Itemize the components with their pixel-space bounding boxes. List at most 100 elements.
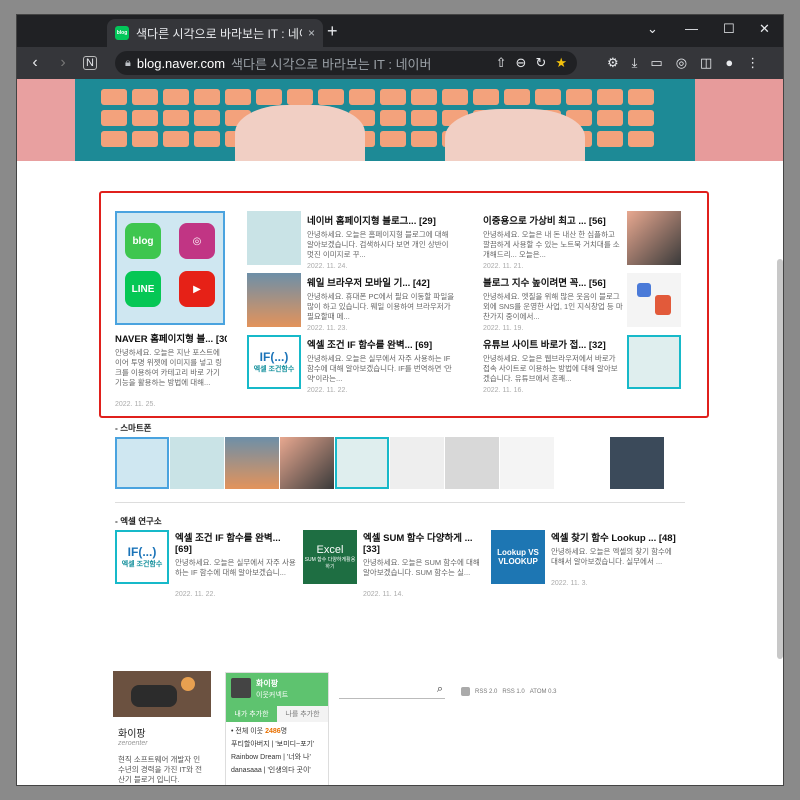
thumb-subtext: 엑셀 조건함수	[253, 366, 295, 373]
reload-icon[interactable]: ↻	[535, 55, 546, 71]
keyboard-key	[318, 89, 344, 105]
profile-avatar[interactable]: ●	[725, 55, 733, 71]
post-thumbnail[interactable]	[247, 273, 301, 327]
post-title[interactable]: 블로그 지수 높이려면 꼭... [56]	[483, 275, 623, 289]
post-thumbnail[interactable]	[627, 335, 681, 389]
post-date: 2022. 11. 14.	[363, 591, 404, 598]
strip-thumb[interactable]	[390, 437, 444, 489]
extensions-icon[interactable]: ⚙	[607, 55, 619, 71]
featured-post[interactable]: 블로그 지수 높이려면 꼭... [56] 안녕하세요. 엣질을 위해 많은 웃…	[483, 273, 695, 335]
profile-image[interactable]	[113, 671, 211, 717]
thumb-subtext: 엑셀 조건함수	[121, 561, 163, 568]
naver-home-icon[interactable]: N	[83, 56, 97, 70]
forward-icon[interactable]: ›	[49, 54, 77, 72]
profile-intro: 현직 소프트웨어 개발자 인 수년의 경력을 가진 IT와 전산기 블로거 입니…	[118, 755, 202, 784]
keyboard-key	[411, 131, 437, 147]
post-title[interactable]: 엑셀 조건 IF 함수를 완벽... [69]	[175, 530, 300, 555]
featured-post[interactable]: 웨일 브라우저 모바일 기... [42] 안녕하세요. 휴대폰 PC에서 필요…	[247, 273, 459, 335]
share-icon[interactable]: ⇧	[496, 55, 507, 71]
post-summary: 안녕하세요. 오늘은 지난 포스트에 이어 투명 위젯에 이미지를 넣고 링크를…	[115, 348, 223, 387]
strip-thumb[interactable]	[500, 437, 554, 489]
post-thumbnail[interactable]: IF(...) 엑셀 조건함수	[115, 530, 169, 584]
maximize-button[interactable]: ☐	[723, 21, 735, 37]
browser-window: blog 색다른 시각으로 바라보는 IT : 네이버 블로그 × + ⌄ — …	[16, 14, 784, 786]
rss-link[interactable]: RSS 2.0	[475, 689, 497, 695]
post-title[interactable]: 엑셀 찾기 함수 Lookup ... [48]	[551, 530, 676, 544]
post-thumbnail[interactable]: Excel SUM 함수 다양하게활용하기	[303, 530, 357, 584]
new-tab-button[interactable]: +	[327, 21, 338, 42]
post-title[interactable]: NAVER 홈페이지형 블... [30]	[115, 331, 227, 345]
strip-thumb[interactable]	[555, 437, 609, 489]
search-icon[interactable]: ⌕	[437, 683, 443, 696]
rss-icon	[461, 687, 470, 696]
featured-post-big[interactable]: blog ◎ LINE ▶ NAVER 홈페이지형 블... [30] 안녕하세…	[115, 211, 227, 408]
line-app-icon: LINE	[125, 271, 161, 307]
post-title[interactable]: 이중용으로 가상비 최고 ... [56]	[483, 213, 623, 227]
post-thumbnail[interactable]: IF(...) 엑셀 조건함수	[247, 335, 301, 389]
keyboard-key	[442, 89, 468, 105]
page-scrollbar[interactable]	[777, 259, 783, 659]
strip-thumb[interactable]	[610, 437, 664, 489]
neighbor-list: • 전체 이웃 2486명 푸티할아버지 | '보미디~포기' Rainbow …	[226, 722, 328, 780]
keyboard-key	[101, 131, 127, 147]
post-thumbnail[interactable]	[627, 273, 681, 327]
back-icon[interactable]: ‹	[21, 54, 49, 72]
post-thumbnail[interactable]: Lookup VS VLOOKUP	[491, 530, 545, 584]
neighbor-item[interactable]: danasaaa | '인생의다 곳이'	[231, 764, 323, 777]
post-title[interactable]: 유튜브 사이트 바로가 접... [32]	[483, 337, 623, 351]
rss-link[interactable]: ATOM 0.3	[530, 689, 557, 695]
sidebar-icon[interactable]: ◫	[700, 55, 712, 71]
strip-thumb[interactable]	[225, 437, 279, 489]
section-label-smartphone[interactable]: - 스마트폰	[115, 422, 151, 434]
post-thumbnail[interactable]	[247, 211, 301, 265]
strip-thumb[interactable]	[170, 437, 224, 489]
strip-thumb[interactable]	[335, 437, 389, 489]
neighbor-item[interactable]: Rainbow Dream | '너와 나'	[231, 751, 323, 764]
post-title[interactable]: 엑셀 SUM 함수 다양하게 ... [33]	[363, 530, 488, 555]
tab-mine[interactable]: 내가 추가한	[226, 706, 277, 722]
tab-theirs[interactable]: 나를 추가한	[277, 706, 328, 722]
neighbor-item[interactable]: 푸티할아버지 | '보미디~포기'	[231, 738, 323, 751]
minimize-button[interactable]: —	[685, 21, 698, 36]
download-icon[interactable]: ⤓	[632, 55, 638, 71]
featured-post[interactable]: 유튜브 사이트 바로가 접... [32] 안녕하세요. 오늘은 웹브라우저에서…	[483, 335, 695, 397]
menu-icon[interactable]: ⋮	[746, 55, 759, 71]
excel-post[interactable]: Lookup VS VLOOKUP 엑셀 찾기 함수 Lookup ... [4…	[491, 530, 676, 600]
featured-post[interactable]: 이중용으로 가상비 최고 ... [56] 안녕하세요. 오늘은 내 돈 내산 …	[483, 211, 695, 273]
bookmark-star-icon[interactable]: ★	[555, 55, 567, 71]
active-tab[interactable]: blog 색다른 시각으로 바라보는 IT : 네이버 블로그 ×	[107, 19, 323, 47]
keyboard-key	[194, 110, 220, 126]
post-summary: 안녕하세요. 엣질을 위해 많은 웃음이 블로그 외에 SNS를 운영한 사업,…	[483, 292, 623, 321]
neighbor-widget-header: 화이팡 이웃커넥트	[226, 673, 328, 706]
excel-post[interactable]: Excel SUM 함수 다양하게활용하기 엑셀 SUM 함수 다양하게 ...…	[303, 530, 488, 600]
screenshot-icon[interactable]: ◎	[676, 55, 687, 71]
post-title[interactable]: 웨일 브라우저 모바일 기... [42]	[307, 275, 457, 289]
section-label-excel[interactable]: - 엑셀 연구소	[115, 515, 162, 527]
neighbor-widget: 화이팡 이웃커넥트 내가 추가한 나를 추가한 • 전체 이웃 2486명 푸티…	[225, 672, 329, 785]
post-date: 2022. 11. 19.	[483, 325, 524, 332]
featured-post-thumbnail[interactable]: blog ◎ LINE ▶	[115, 211, 225, 325]
keyboard-key	[411, 89, 437, 105]
rss-link[interactable]: RSS 1.0	[502, 689, 524, 695]
strip-thumb[interactable]	[280, 437, 334, 489]
featured-post[interactable]: IF(...) 엑셀 조건함수 엑셀 조건 IF 함수를 완벽... [69] …	[247, 335, 459, 397]
lock-icon: 🔒︎	[125, 56, 131, 69]
address-bar[interactable]: 🔒︎ blog.naver.com 색다른 시각으로 바라보는 IT : 네이버…	[115, 51, 577, 75]
strip-thumb[interactable]	[445, 437, 499, 489]
keyboard-key	[628, 131, 654, 147]
tab-search-icon[interactable]: ⌄	[647, 21, 658, 37]
post-title[interactable]: 네이버 홈페이지형 블로그... [29]	[307, 213, 457, 227]
tab-capture-icon[interactable]: ▭	[650, 55, 662, 71]
featured-post[interactable]: 네이버 홈페이지형 블로그... [29] 안녕하세요. 오늘은 홈페이지형 블…	[247, 211, 459, 273]
strip-thumb[interactable]	[115, 437, 169, 489]
blog-search-input[interactable]: ⌕	[339, 683, 445, 699]
post-thumbnail[interactable]	[627, 211, 681, 265]
excel-post[interactable]: IF(...) 엑셀 조건함수 엑셀 조건 IF 함수를 완벽... [69] …	[115, 530, 300, 600]
keyboard-key	[194, 89, 220, 105]
close-window-button[interactable]: ✕	[759, 21, 770, 37]
keyboard-key	[597, 89, 623, 105]
tab-close-icon[interactable]: ×	[308, 26, 315, 40]
post-title[interactable]: 엑셀 조건 IF 함수를 완벽... [69]	[307, 337, 457, 351]
keyboard-key	[101, 89, 127, 105]
zoom-icon[interactable]: ⊖	[516, 55, 527, 71]
